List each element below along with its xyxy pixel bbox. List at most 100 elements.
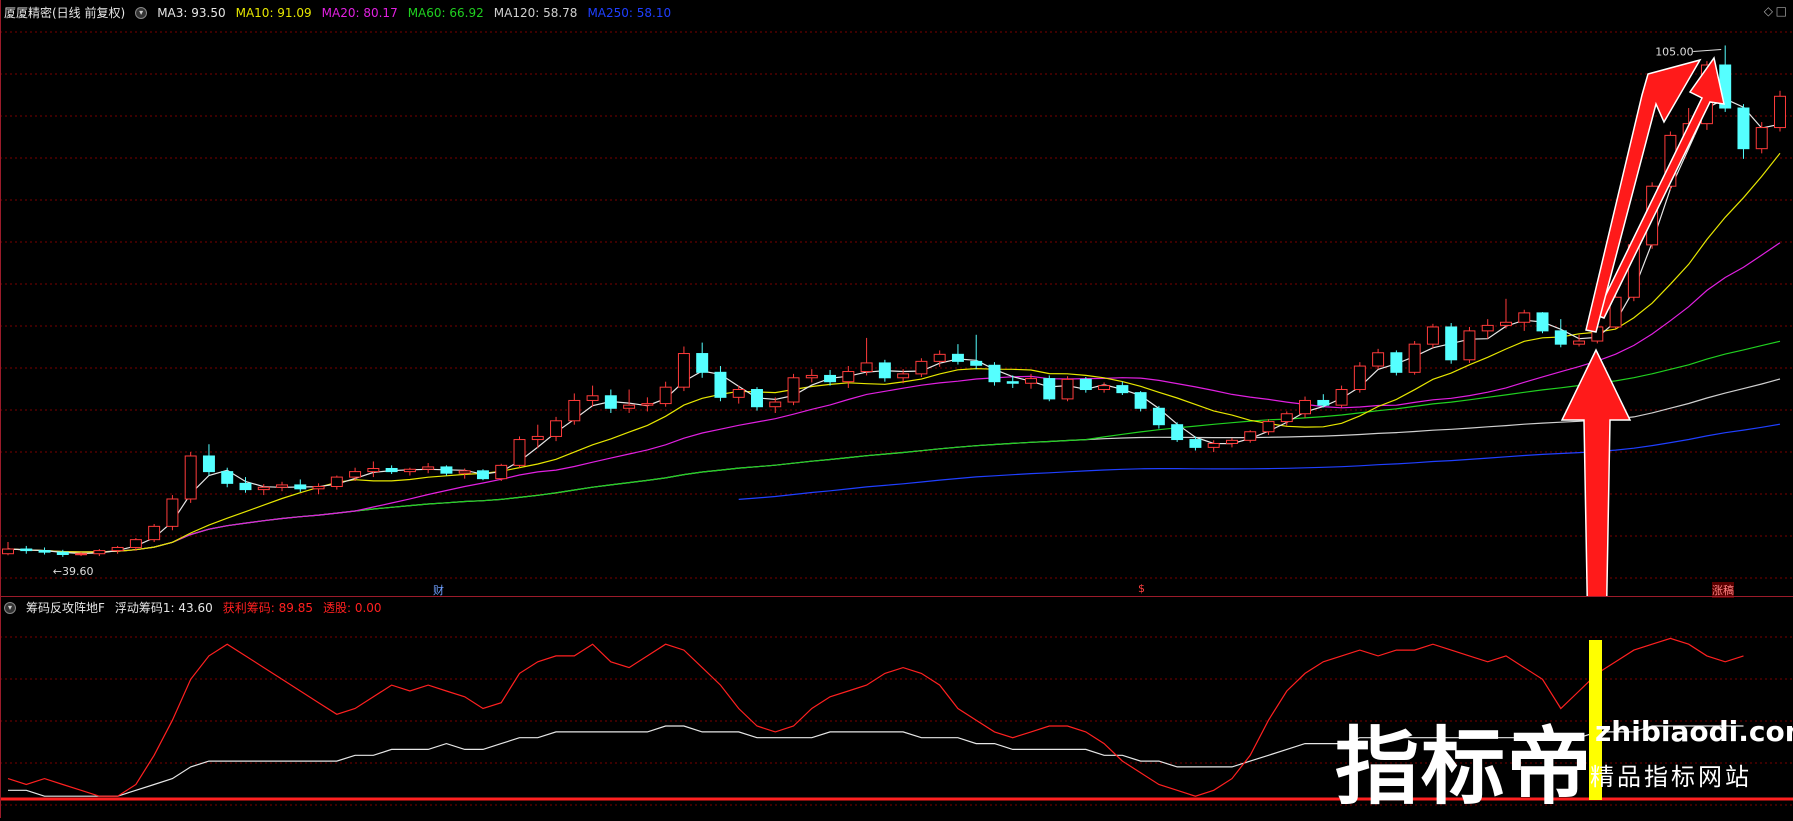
candle-body — [897, 373, 910, 379]
candle-body — [623, 404, 636, 409]
candle-body — [166, 498, 179, 527]
left-border — [0, 0, 1, 818]
candle-body — [1445, 326, 1458, 361]
candle-body — [970, 360, 983, 366]
ma3-line — [7, 98, 1781, 555]
candle-body — [1189, 439, 1202, 448]
ma60-label: MA60: 66.92 — [407, 5, 484, 20]
high-pointer — [1693, 48, 1722, 52]
candle-body — [93, 550, 106, 555]
candle-body — [604, 395, 617, 409]
candle-body — [751, 389, 763, 408]
candle-body — [696, 353, 709, 373]
candle-body — [294, 484, 307, 490]
candle-body — [202, 455, 215, 473]
candle-body — [440, 466, 453, 474]
candle-body — [312, 485, 325, 490]
candle-body — [495, 464, 508, 480]
candle-body — [1426, 326, 1439, 345]
candle-body — [1006, 381, 1019, 384]
candle-body — [1171, 424, 1184, 441]
candle-body — [1536, 312, 1549, 332]
candle-body — [349, 471, 362, 478]
candle-body — [1244, 431, 1257, 441]
candle-body — [951, 353, 964, 362]
candle-body — [403, 468, 416, 473]
candle-body — [56, 551, 69, 556]
candle-body — [1098, 385, 1111, 391]
candle-body — [1262, 421, 1275, 433]
candle-body — [276, 484, 289, 488]
candle-body — [915, 360, 928, 375]
candle-body — [1152, 407, 1165, 426]
ma20-line — [7, 242, 1781, 553]
candle-body — [385, 467, 398, 473]
watermark-title: 指标帝 — [1335, 718, 1594, 816]
indicator-settings-icon[interactable]: ▾ — [4, 601, 16, 614]
square-icon[interactable]: □ — [1776, 4, 1787, 18]
candle-body — [1225, 439, 1238, 444]
candle-body — [842, 371, 855, 383]
ma120-line — [7, 378, 1781, 553]
candle-body — [239, 482, 252, 491]
candle-body — [1280, 413, 1293, 423]
candle-body — [1573, 340, 1586, 345]
candle-body — [1134, 392, 1147, 409]
candle-body — [257, 486, 270, 491]
dividend-marker[interactable]: $ — [1138, 582, 1145, 595]
main-chart-panel[interactable]: 105.00 ←39.60 厦厦精密(日线 前复权) ▾ MA3: 93.50 M… — [0, 0, 1793, 598]
ma120-label: MA120: 58.78 — [493, 5, 578, 20]
candle-body — [458, 470, 471, 474]
candle-body — [641, 403, 654, 406]
candle-body — [129, 539, 142, 548]
candle-body — [1554, 330, 1567, 345]
float-chip-label: 浮动筹码1: 43.60 — [114, 601, 213, 615]
candle-body — [586, 395, 599, 401]
candle-body — [1079, 378, 1092, 391]
stock-title: 厦厦精密(日线 前复权) — [4, 6, 126, 20]
candle-body — [860, 362, 873, 373]
candle-body — [330, 476, 343, 487]
candle-body — [878, 362, 891, 379]
candle-body — [988, 364, 1001, 383]
candle-body — [677, 353, 690, 388]
ma10-line — [7, 152, 1781, 553]
candle-body — [714, 371, 727, 398]
candle-body — [1390, 352, 1403, 373]
main-legend: 厦厦精密(日线 前复权) ▾ MA3: 93.50 MA10: 91.09 MA… — [4, 4, 671, 21]
candle-body — [1025, 378, 1037, 384]
candle-body — [805, 374, 818, 379]
candle-body — [148, 525, 161, 541]
candle-body — [1499, 321, 1512, 326]
candle-body — [1116, 385, 1129, 394]
candle-body — [769, 401, 782, 408]
indicator-title: 筹码反攻阵地F — [26, 601, 105, 615]
ma60-line — [7, 340, 1781, 553]
high-price-label: 105.00 — [1655, 45, 1694, 58]
candle-body — [2, 548, 14, 555]
ma3-label: MA3: 93.50 — [157, 5, 226, 20]
main-chart-canvas[interactable]: 105.00 ←39.60 — [0, 0, 1793, 597]
candle-body — [20, 548, 33, 552]
candle-body — [513, 439, 526, 466]
candle-body — [933, 353, 946, 362]
candle-body — [1518, 312, 1531, 323]
sub-legend: ▾ 筹码反攻阵地F 浮动筹码1: 43.60 获利筹码: 89.85 透股: 0… — [4, 599, 382, 616]
ma250-label: MA250: 58.10 — [587, 5, 672, 20]
settings-circle-icon[interactable]: ▾ — [135, 6, 148, 19]
vertical-arrow-annotation — [1560, 348, 1632, 597]
candle-body — [1372, 352, 1385, 367]
candle-body — [1737, 107, 1750, 150]
candle-body — [367, 467, 380, 473]
candle-body — [531, 435, 544, 441]
penetration-label: 透股: 0.00 — [322, 601, 382, 615]
candle-body — [1061, 378, 1074, 400]
candle-body — [422, 466, 435, 470]
candle-body — [568, 399, 581, 422]
candle-body — [75, 553, 88, 556]
profit-chip-label: 获利筹码: 89.85 — [222, 601, 313, 615]
diamond-icon[interactable]: ◇ — [1764, 4, 1773, 18]
candle-body — [1207, 442, 1220, 448]
candle-body — [111, 546, 124, 552]
candle-body — [1317, 399, 1330, 406]
